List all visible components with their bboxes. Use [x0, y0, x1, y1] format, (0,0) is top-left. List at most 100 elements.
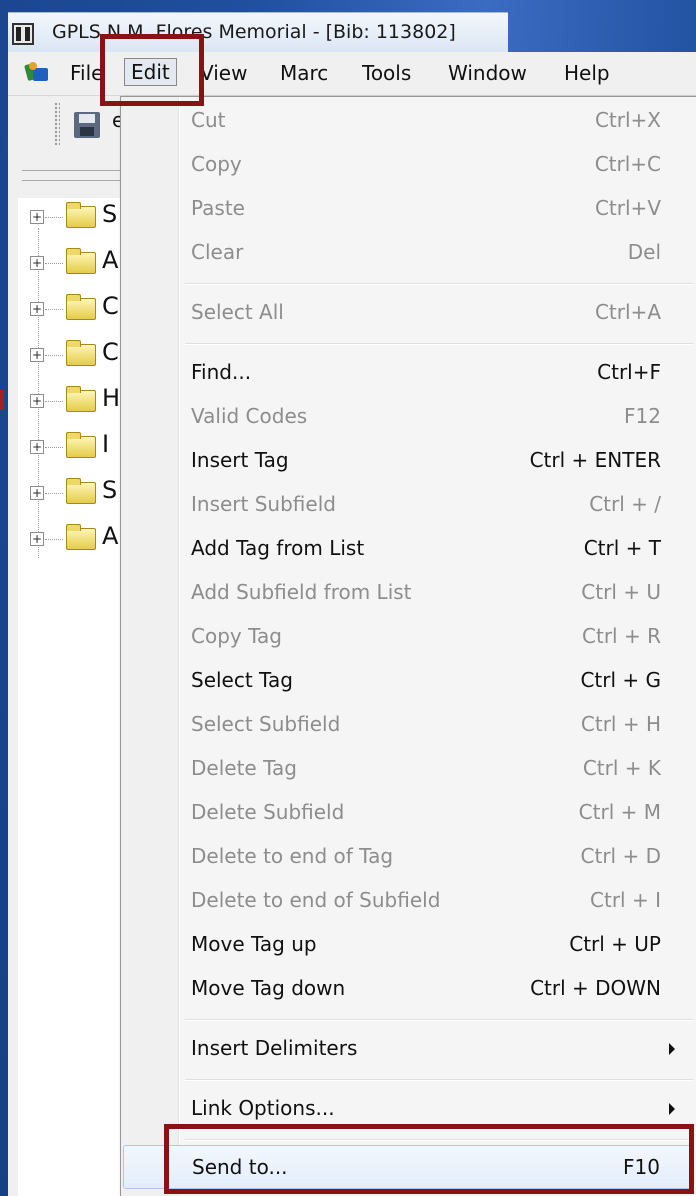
- menu-separator: [185, 283, 693, 285]
- folder-icon: [66, 340, 96, 366]
- menu-item-clear[interactable]: Clear Del: [123, 231, 691, 275]
- menu-item-shortcut: Ctrl+C: [594, 152, 661, 176]
- menu-item-select-subfield[interactable]: Select Subfield Ctrl + H: [123, 703, 691, 747]
- menu-item-label: Insert Subfield: [191, 492, 336, 516]
- tree-item[interactable]: + C: [18, 290, 124, 336]
- plus-expander-icon[interactable]: +: [30, 256, 44, 270]
- send-to-highlight-box: [164, 1124, 694, 1194]
- menu-item-label: Copy: [191, 152, 242, 176]
- tree-item-label: C: [102, 338, 119, 366]
- tree-item[interactable]: + I: [18, 428, 124, 474]
- folder-icon: [66, 524, 96, 550]
- tree-item[interactable]: + S: [18, 198, 124, 244]
- menu-item-valid-codes[interactable]: Valid Codes F12: [123, 395, 691, 439]
- menu-item-insert-delimiters[interactable]: Insert Delimiters: [123, 1027, 691, 1071]
- menu-item-delete-tag[interactable]: Delete Tag Ctrl + K: [123, 747, 691, 791]
- menu-window[interactable]: Window: [448, 61, 527, 85]
- menu-item-shortcut: Ctrl + T: [583, 536, 661, 560]
- menu-item-shortcut: Ctrl + UP: [569, 932, 661, 956]
- tree-item[interactable]: + A: [18, 520, 124, 566]
- menu-item-cut[interactable]: Cut Ctrl+X: [123, 99, 691, 143]
- menu-item-insert-subfield[interactable]: Insert Subfield Ctrl + /: [123, 483, 691, 527]
- plus-expander-icon[interactable]: +: [30, 394, 44, 408]
- menu-item-shortcut: F12: [624, 404, 661, 428]
- menu-item-label: Select Tag: [191, 668, 293, 692]
- menu-item-shortcut: Ctrl + K: [582, 756, 661, 780]
- plus-expander-icon[interactable]: +: [30, 532, 44, 546]
- menu-item-find[interactable]: Find... Ctrl+F: [123, 351, 691, 395]
- menu-item-copy[interactable]: Copy Ctrl+C: [123, 143, 691, 187]
- menu-item-shortcut: Ctrl + D: [580, 844, 661, 868]
- menu-item-label: Select Subfield: [191, 712, 341, 736]
- menu-item-shortcut: Del: [627, 240, 661, 264]
- folder-icon: [66, 248, 96, 274]
- menu-item-label: Link Options...: [191, 1096, 335, 1120]
- menu-item-move-tag-up[interactable]: Move Tag up Ctrl + UP: [123, 923, 691, 967]
- menu-separator: [185, 1079, 693, 1081]
- tree-item[interactable]: + A: [18, 244, 124, 290]
- menu-help[interactable]: Help: [564, 61, 610, 85]
- plus-expander-icon[interactable]: +: [30, 302, 44, 316]
- menu-item-label: Insert Tag: [191, 448, 289, 472]
- colorful-app-icon: [24, 62, 50, 84]
- tree-panel: + S + A + C + C + H + I + S + A: [8, 198, 124, 1196]
- menu-item-add-tag-from-list[interactable]: Add Tag from List Ctrl + T: [123, 527, 691, 571]
- menu-item-select-tag[interactable]: Select Tag Ctrl + G: [123, 659, 691, 703]
- menu-item-paste[interactable]: Paste Ctrl+V: [123, 187, 691, 231]
- menu-item-shortcut: Ctrl + /: [589, 492, 661, 516]
- folder-icon: [66, 478, 96, 504]
- menu-item-label: Valid Codes: [191, 404, 308, 428]
- plus-expander-icon[interactable]: +: [30, 440, 44, 454]
- menu-item-delete-to-end-of-subfield[interactable]: Delete to end of Subfield Ctrl + I: [123, 879, 691, 923]
- menu-item-shortcut: Ctrl+A: [594, 300, 661, 324]
- menu-item-label: Find...: [191, 360, 252, 384]
- menu-item-shortcut: Ctrl+V: [594, 196, 661, 220]
- menu-item-label: Move Tag down: [191, 976, 346, 1000]
- folder-icon: [66, 386, 96, 412]
- tree-item[interactable]: + H: [18, 382, 124, 428]
- menu-item-shortcut: Ctrl+F: [597, 360, 661, 384]
- menu-item-move-tag-down[interactable]: Move Tag down Ctrl + DOWN: [123, 967, 691, 1011]
- menu-item-delete-to-end-of-tag[interactable]: Delete to end of Tag Ctrl + D: [123, 835, 691, 879]
- menu-tools[interactable]: Tools: [362, 61, 411, 85]
- toolbar-grip[interactable]: [54, 102, 60, 146]
- app-icon: [12, 23, 34, 45]
- menu-item-add-subfield-from-list[interactable]: Add Subfield from List Ctrl + U: [123, 571, 691, 615]
- menu-item-label: Clear: [191, 240, 244, 264]
- tree-item-label: S: [102, 476, 118, 504]
- menu-item-label: Cut: [191, 108, 226, 132]
- menu-item-shortcut: Ctrl + H: [580, 712, 661, 736]
- tree-item-label: H: [102, 384, 121, 412]
- menu-item-insert-tag[interactable]: Insert Tag Ctrl + ENTER: [123, 439, 691, 483]
- panel-header: [8, 156, 124, 198]
- title-bar: GPLS N.M. Flores Memorial - [Bib: 113802…: [8, 12, 508, 52]
- menu-item-label: Delete to end of Tag: [191, 844, 394, 868]
- folder-icon: [66, 202, 96, 228]
- menu-item-label: Delete Tag: [191, 756, 297, 780]
- menu-separator: [185, 1019, 693, 1021]
- menu-file[interactable]: File: [70, 61, 103, 85]
- folder-icon: [66, 294, 96, 320]
- plus-expander-icon[interactable]: +: [30, 486, 44, 500]
- menu-item-delete-subfield[interactable]: Delete Subfield Ctrl + M: [123, 791, 691, 835]
- menu-item-label: Paste: [191, 196, 245, 220]
- menu-item-shortcut: Ctrl + I: [590, 888, 661, 912]
- plus-expander-icon[interactable]: +: [30, 210, 44, 224]
- menu-item-label: Move Tag up: [191, 932, 317, 956]
- floppy-save-icon[interactable]: [74, 112, 100, 138]
- menu-item-shortcut: Ctrl + DOWN: [530, 976, 661, 1000]
- menu-item-label: Select All: [191, 300, 284, 324]
- tree-item[interactable]: + C: [18, 336, 124, 382]
- menu-item-shortcut: Ctrl+X: [594, 108, 661, 132]
- menu-item-shortcut: Ctrl + ENTER: [529, 448, 661, 472]
- menu-item-label: Delete Subfield: [191, 800, 345, 824]
- menu-view[interactable]: View: [200, 61, 247, 85]
- menu-item-select-all[interactable]: Select All Ctrl+A: [123, 291, 691, 335]
- menu-item-label: Copy Tag: [191, 624, 282, 648]
- menu-item-label: Add Subfield from List: [191, 580, 412, 604]
- submenu-arrow-icon: [669, 1043, 675, 1055]
- menu-marc[interactable]: Marc: [280, 61, 328, 85]
- menu-item-copy-tag[interactable]: Copy Tag Ctrl + R: [123, 615, 691, 659]
- tree-item[interactable]: + S: [18, 474, 124, 520]
- plus-expander-icon[interactable]: +: [30, 348, 44, 362]
